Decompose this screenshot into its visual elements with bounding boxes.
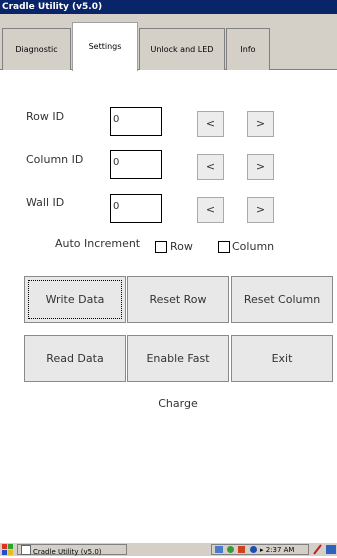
tab-settings[interactable]: Settings — [72, 22, 138, 71]
column-decrement-button[interactable]: < — [197, 154, 224, 180]
tab-info[interactable]: Info — [226, 28, 270, 70]
network-icon[interactable] — [215, 546, 223, 553]
write-data-button[interactable]: Write Data — [24, 276, 126, 323]
taskbar: Cradle Utility (v5.0) ▸ 2:37 AM — [0, 542, 337, 556]
start-icon[interactable] — [2, 544, 14, 555]
write-data-label: Write Data — [45, 293, 105, 306]
row-id-label: Row ID — [26, 110, 65, 123]
app-icon — [21, 545, 31, 555]
tab-unlock-and-led[interactable]: Unlock and LED — [139, 28, 225, 70]
window-title: Cradle Utility (v5.0) — [2, 2, 103, 12]
column-id-field[interactable]: 0 — [110, 150, 162, 179]
title-bar: Cradle Utility (v5.0) — [0, 0, 337, 14]
taskbar-app-button[interactable]: Cradle Utility (v5.0) — [17, 544, 127, 556]
keyboard-icon[interactable] — [326, 545, 336, 554]
status-icon[interactable] — [238, 546, 246, 553]
auto-increment-label: Auto Increment — [55, 237, 141, 250]
column-checkbox-label: Column — [232, 240, 275, 253]
clock: 2:37 AM — [265, 546, 295, 554]
wall-id-label: Wall ID — [26, 196, 65, 209]
row-decrement-button[interactable]: < — [197, 111, 224, 137]
row-increment-button[interactable]: > — [247, 111, 274, 137]
wall-decrement-button[interactable]: < — [197, 197, 224, 223]
column-id-label: Column ID — [26, 153, 84, 166]
row-checkbox-label: Row — [170, 240, 193, 253]
row-id-field[interactable]: 0 — [110, 107, 162, 136]
column-checkbox[interactable] — [218, 241, 230, 253]
reset-column-button[interactable]: Reset Column — [231, 276, 333, 323]
tray-arrow-icon: ▸ — [259, 546, 264, 554]
wall-id-field[interactable]: 0 — [110, 194, 162, 223]
system-tray: ▸ 2:37 AM — [211, 544, 309, 555]
tab-diagnostic[interactable]: Diagnostic — [2, 28, 71, 70]
read-data-button[interactable]: Read Data — [24, 335, 126, 382]
pen-icon[interactable] — [313, 544, 323, 555]
reset-row-button[interactable]: Reset Row — [127, 276, 229, 323]
wall-increment-button[interactable]: > — [247, 197, 274, 223]
sync-icon[interactable] — [227, 546, 235, 553]
exit-button[interactable]: Exit — [231, 335, 333, 382]
row-checkbox[interactable] — [155, 241, 167, 253]
enable-fast-charge-button[interactable]: Enable Fast Charge — [127, 335, 229, 410]
bluetooth-icon[interactable] — [249, 546, 257, 553]
column-increment-button[interactable]: > — [247, 154, 274, 180]
